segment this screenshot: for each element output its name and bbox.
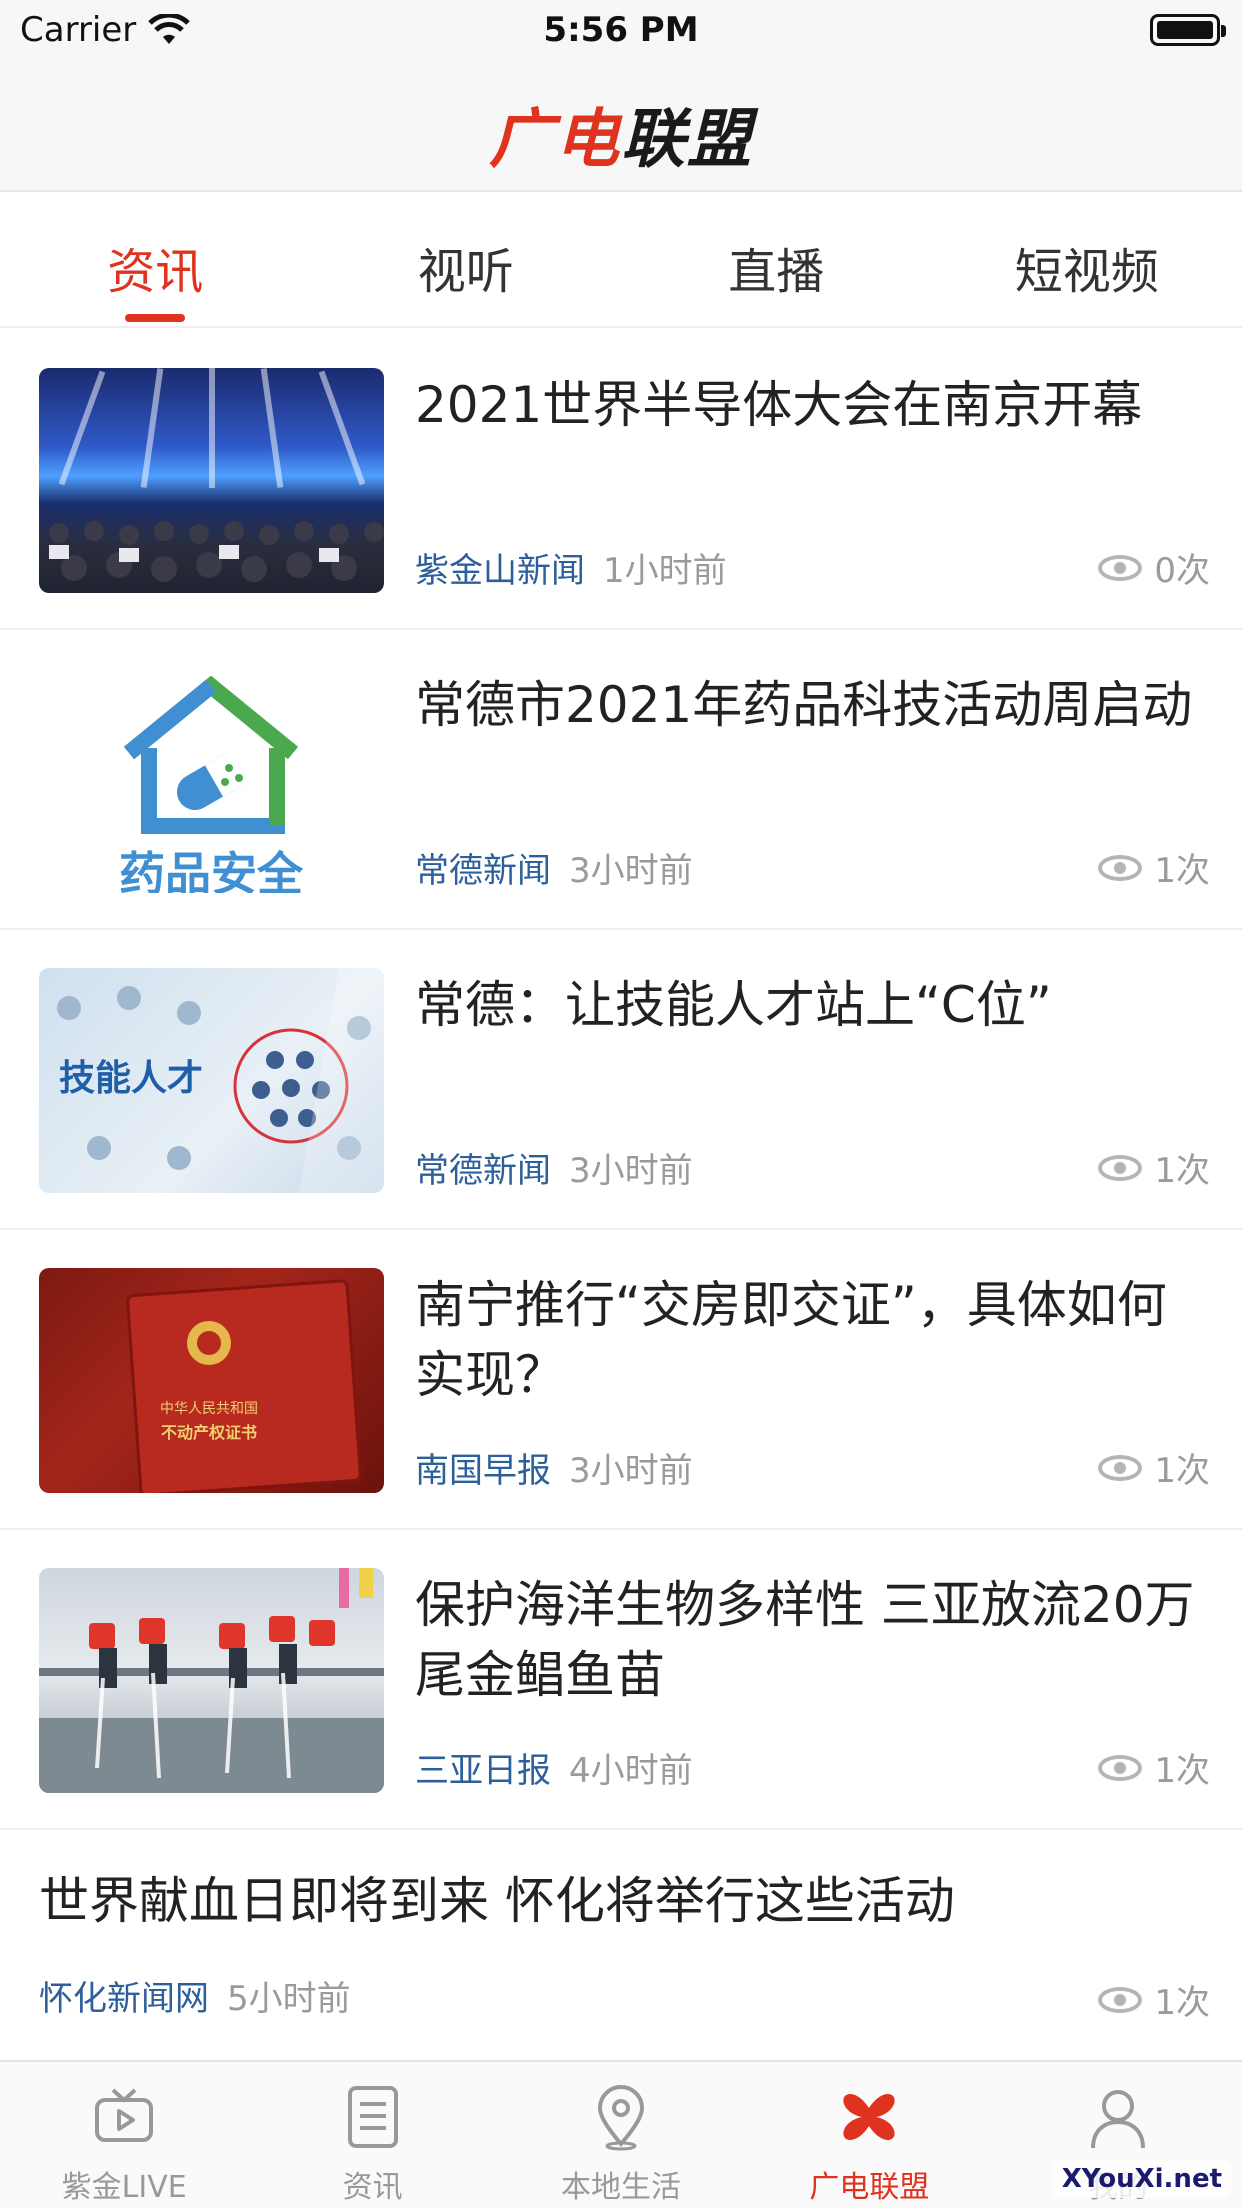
tabbar-item-alliance[interactable]: 广电联盟: [745, 2062, 993, 2208]
news-time: 3小时前: [569, 1151, 693, 1191]
svg-text:药品安全: 药品安全: [119, 847, 304, 893]
news-meta: 常德新闻 3小时前: [415, 843, 693, 892]
news-thumbnail: 中华人民共和国 不动产权证书: [39, 1268, 384, 1493]
news-thumbnail: 技能人才: [39, 968, 384, 1193]
view-count: 1次: [1098, 1743, 1210, 1792]
document-list-icon: [347, 2086, 398, 2148]
battery-icon: [1150, 14, 1226, 46]
property-certificate-image: 中华人民共和国 不动产权证书: [126, 1279, 362, 1493]
location-pin-icon: [598, 2085, 645, 2151]
news-meta: 三亚日报 4小时前: [415, 1743, 693, 1792]
news-item[interactable]: 保护海洋生物多样性 三亚放流20万尾金鲳鱼苗 三亚日报 4小时前 1次: [0, 1530, 1242, 1830]
view-count: 1次: [1098, 1443, 1210, 1492]
svg-text:不动产权证书: 不动产权证书: [161, 1423, 257, 1442]
news-item[interactable]: 2021世界半导体大会在南京开幕 紫金山新闻 1小时前 0次: [0, 330, 1242, 630]
tab-short-video[interactable]: 短视频: [932, 192, 1242, 326]
news-title: 南宁推行“交房即交证”，具体如何实现？: [415, 1276, 1167, 1404]
news-item[interactable]: 世界献血日即将到来 怀化将举行这些活动 怀化新闻网 5小时前 1次: [0, 1830, 1242, 2062]
view-count: 1次: [1098, 1975, 1210, 2024]
news-source[interactable]: 怀化新闻网: [39, 1971, 209, 2020]
news-meta: 常德新闻 3小时前: [415, 1143, 693, 1192]
news-time: 5小时前: [227, 1979, 351, 2019]
news-title: 世界献血日即将到来 怀化将举行这些活动: [39, 1872, 955, 1930]
eye-icon: [1098, 854, 1143, 881]
news-thumbnail: 药品安全: [39, 668, 384, 893]
view-count: 0次: [1098, 543, 1210, 592]
fish-release-image: [39, 1568, 384, 1793]
eye-icon: [1098, 1754, 1143, 1781]
news-item[interactable]: 技能人才 常德：让技能人才站上“C位” 常德新闻 3小时前 1次: [0, 930, 1242, 1230]
news-title: 常德：让技能人才站上“C位”: [415, 976, 1052, 1034]
audience-image: [49, 521, 384, 582]
nav-header: 广电联盟: [0, 60, 1242, 192]
category-tabs: 资讯 视听 直播 短视频: [0, 192, 1242, 328]
news-item[interactable]: 药品安全 常德市2021年药品科技活动周启动 常德新闻 3小时前 1次: [0, 630, 1242, 930]
alliance-logo-icon: [843, 2094, 896, 2140]
eye-icon: [1098, 1154, 1143, 1181]
tabbar-item-news[interactable]: 资讯: [248, 2062, 496, 2208]
news-feed: 2021世界半导体大会在南京开幕 紫金山新闻 1小时前 0次 药品安全 常德市2…: [0, 330, 1242, 2062]
news-source[interactable]: 常德新闻: [415, 843, 551, 892]
news-time: 4小时前: [569, 1751, 693, 1791]
drug-safety-house-icon: 药品安全: [119, 675, 304, 893]
news-thumbnail: [39, 1568, 384, 1793]
bottom-tab-bar: 紫金LIVE 资讯 本地生活 广电联盟 我的 XYouXi.net: [0, 2060, 1242, 2208]
svg-text:技能人才: 技能人才: [59, 1058, 203, 1099]
tabbar-item-zijin-live[interactable]: 紫金LIVE: [0, 2062, 248, 2208]
app-logo: 广电联盟: [489, 102, 753, 177]
user-icon: [1090, 2090, 1145, 2149]
news-source[interactable]: 三亚日报: [415, 1743, 551, 1792]
clock: 5:56 PM: [543, 10, 699, 50]
news-title: 2021世界半导体大会在南京开幕: [415, 376, 1143, 434]
site-watermark: XYouXi.net: [1051, 2160, 1232, 2198]
tabbar-item-local-life[interactable]: 本地生活: [497, 2062, 745, 2208]
news-title: 常德市2021年药品科技活动周启动: [415, 676, 1193, 734]
eye-icon: [1098, 554, 1143, 581]
news-time: 3小时前: [569, 1451, 693, 1491]
tab-audio-visual[interactable]: 视听: [311, 192, 622, 326]
eye-icon: [1098, 1454, 1143, 1481]
tab-news[interactable]: 资讯: [0, 192, 311, 326]
tv-play-icon: [95, 2088, 154, 2142]
news-time: 1小时前: [603, 551, 727, 591]
news-meta: 紫金山新闻 1小时前: [415, 543, 727, 592]
news-time: 3小时前: [569, 851, 693, 891]
talent-image: 技能人才: [57, 968, 384, 1193]
news-thumbnail: [39, 368, 384, 593]
news-source[interactable]: 常德新闻: [415, 1143, 551, 1192]
status-bar: Carrier 5:56 PM: [0, 0, 1242, 60]
view-count: 1次: [1098, 1143, 1210, 1192]
news-item[interactable]: 中华人民共和国 不动产权证书 南宁推行“交房即交证”，具体如何实现？ 南国早报 …: [0, 1230, 1242, 1530]
news-meta: 南国早报 3小时前: [415, 1443, 693, 1492]
news-source[interactable]: 紫金山新闻: [415, 543, 585, 592]
eye-icon: [1098, 1986, 1143, 2013]
svg-text:中华人民共和国: 中华人民共和国: [160, 1401, 258, 1417]
tab-live[interactable]: 直播: [621, 192, 932, 326]
news-source[interactable]: 南国早报: [415, 1443, 551, 1492]
news-meta: 怀化新闻网 5小时前: [39, 1971, 351, 2020]
news-title: 保护海洋生物多样性 三亚放流20万尾金鲳鱼苗: [415, 1576, 1195, 1704]
view-count: 1次: [1098, 843, 1210, 892]
